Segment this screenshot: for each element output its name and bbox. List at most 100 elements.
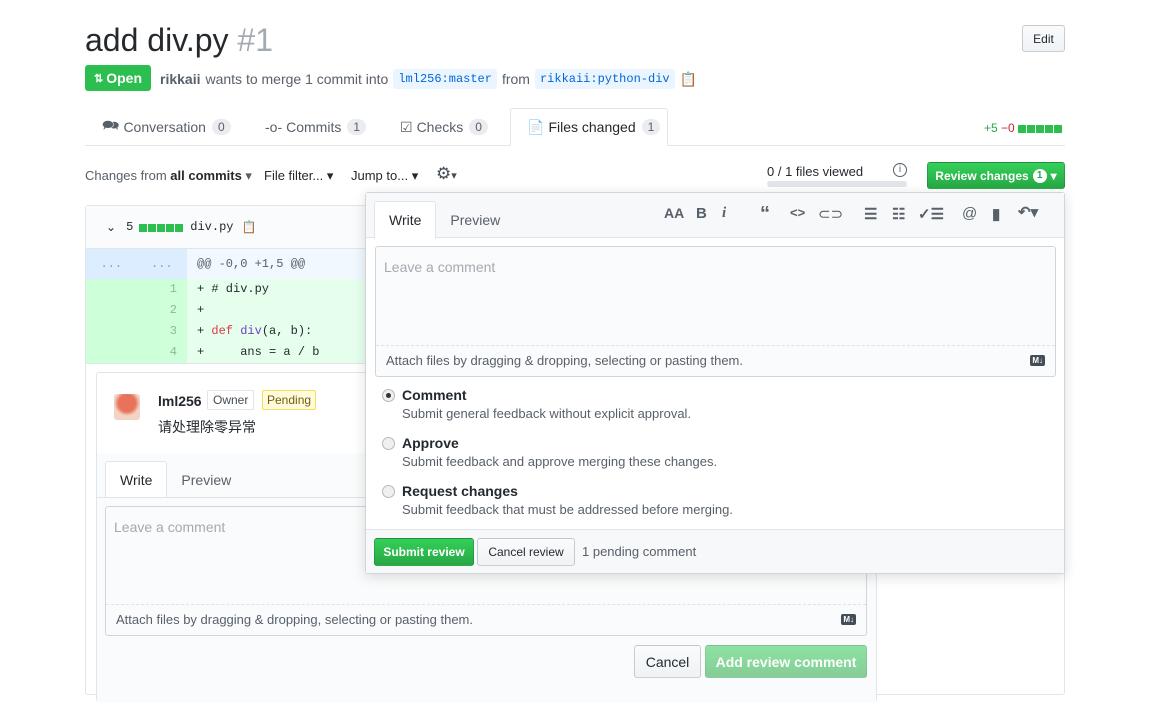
pr-number: #1 — [237, 22, 273, 58]
quote-icon[interactable]: “ — [760, 203, 770, 226]
tab-checks[interactable]: ☑ Checks 0 — [400, 108, 488, 146]
changes-from-dropdown[interactable]: Changes from all commits ▾ — [85, 168, 252, 184]
mention-icon[interactable]: @ — [962, 205, 977, 222]
code-token: + — [197, 324, 212, 338]
radio-comment[interactable] — [382, 389, 395, 402]
comment-author[interactable]: lml256 — [158, 393, 202, 409]
diffstat-block — [148, 223, 157, 232]
status-label: Open — [106, 70, 142, 86]
text-size-icon[interactable]: AA — [664, 205, 684, 221]
tab-conversation[interactable]: 🗪 Conversation 0 — [102, 108, 231, 146]
line-number[interactable]: 4 — [86, 342, 187, 363]
tab-commits[interactable]: -o- Commits 1 — [265, 108, 367, 146]
jump-to-dropdown[interactable]: Jump to... ▾ — [351, 168, 418, 184]
tab-preview[interactable]: Preview — [167, 461, 245, 498]
tab-count: 1 — [347, 119, 367, 135]
review-changes-button[interactable]: Review changes 1 ▾ — [927, 162, 1065, 189]
comment-discussion-icon: 🗪 — [102, 117, 120, 133]
submit-review-button[interactable]: Submit review — [374, 538, 474, 566]
tab-files-changed[interactable]: 📄 Files changed 1 — [510, 108, 668, 146]
pr-title: add div.py — [85, 22, 229, 58]
page-title: add div.py #1 — [85, 22, 273, 59]
tab-preview[interactable]: Preview — [436, 201, 514, 239]
git-commit-icon: -o- — [265, 119, 283, 135]
gear-icon[interactable]: ⚙▾ — [436, 164, 457, 184]
radio-description: Submit feedback that must be addressed b… — [402, 502, 733, 517]
code-token: div — [240, 324, 262, 338]
avatar[interactable] — [114, 394, 140, 420]
link-icon[interactable]: ⊂⊃ — [818, 205, 843, 223]
base-branch[interactable]: lml256:master — [393, 69, 497, 89]
chevron-down-icon[interactable]: ⌄ — [106, 220, 116, 234]
markdown-icon[interactable]: M↓ — [1030, 355, 1045, 366]
line-number[interactable]: 3 — [86, 321, 187, 342]
review-changes-label: Review changes — [935, 168, 1029, 183]
code-token: (a, b): — [261, 324, 313, 338]
info-icon[interactable]: i — [893, 163, 907, 177]
from-text: from — [501, 71, 530, 87]
bookmark-icon[interactable]: ▮ — [992, 205, 1000, 223]
comment-body: 请处理除零异常 — [158, 419, 256, 435]
unordered-list-icon[interactable]: ☰ — [864, 205, 877, 223]
task-list-icon[interactable]: ✓☰ — [918, 205, 944, 223]
radio-label[interactable]: Request changes — [402, 483, 518, 499]
tab-label: Checks — [416, 119, 464, 135]
tab-write[interactable]: Write — [105, 461, 168, 498]
pending-badge: Pending — [262, 390, 317, 410]
diffstat-block — [1018, 124, 1027, 133]
merge-text: wants to merge 1 commit into — [205, 71, 389, 87]
file-filter-label: File filter... — [264, 168, 324, 183]
git-pull-request-icon: ⇅ — [94, 72, 104, 85]
placeholder: Leave a comment — [114, 519, 226, 535]
code-icon[interactable]: <> — [790, 205, 805, 220]
tab-label: Files changed — [548, 119, 636, 135]
radio-description: Submit general feedback without explicit… — [402, 406, 692, 421]
reply-tabs: Write Preview — [105, 461, 245, 498]
diffstat-block — [139, 223, 148, 232]
additions: +5 — [984, 121, 998, 135]
author-link[interactable]: rikkaii — [160, 71, 200, 87]
diffstat-block — [157, 223, 166, 232]
edit-button[interactable]: Edit — [1022, 25, 1065, 52]
file-name[interactable]: div.py — [190, 220, 233, 234]
ordered-list-icon[interactable]: ☷ — [892, 205, 905, 223]
tab-count: 1 — [641, 119, 661, 135]
status-badge: ⇅ Open — [85, 65, 151, 91]
radio-label[interactable]: Approve — [402, 435, 459, 451]
attach-files-hint[interactable]: Attach files by dragging & dropping, sel… — [106, 604, 866, 635]
attach-files-hint[interactable]: Attach files by dragging & dropping, sel… — [376, 345, 1055, 376]
markdown-icon[interactable]: M↓ — [841, 614, 856, 625]
bold-icon[interactable]: B — [696, 205, 707, 222]
tab-count: 0 — [469, 119, 488, 135]
file-filter-dropdown[interactable]: File filter... ▾ — [264, 168, 333, 184]
changes-prefix: Changes from — [85, 168, 167, 183]
head-branch[interactable]: rikkaii:python-div — [534, 69, 675, 89]
radio-label[interactable]: Comment — [402, 387, 467, 403]
radio-request-changes[interactable] — [382, 485, 395, 498]
merge-summary: rikkaii wants to merge 1 commit into lml… — [160, 69, 697, 89]
checklist-icon: ☑ — [400, 118, 413, 135]
review-changes-popover: Write Preview AA B i “ <> ⊂⊃ ☰ ☷ ✓☰ @ ▮ … — [365, 192, 1065, 574]
cancel-review-button[interactable]: Cancel review — [477, 538, 575, 566]
tab-label: Conversation — [123, 119, 206, 135]
reply-icon[interactable]: ↶▾ — [1018, 203, 1038, 221]
cancel-button[interactable]: Cancel — [634, 645, 701, 678]
line-number[interactable]: 2 — [86, 300, 187, 321]
hunk-num: ... — [100, 257, 123, 271]
clipboard-icon[interactable]: 📋 — [241, 220, 256, 234]
deletions: −0 — [1001, 121, 1015, 135]
line-number[interactable]: 1 — [86, 279, 187, 300]
review-comment-input[interactable]: Leave a comment Attach files by dragging… — [375, 246, 1056, 377]
review-count-badge: 1 — [1032, 168, 1047, 183]
radio-approve[interactable] — [382, 437, 395, 450]
clipboard-icon[interactable]: 📋 — [680, 71, 697, 88]
add-review-comment-button[interactable]: Add review comment — [705, 645, 867, 678]
diffstat-bars — [1018, 121, 1063, 135]
hunk-line-nums[interactable]: ...... — [86, 249, 187, 279]
file-changes-count: 5 — [126, 220, 134, 234]
italic-icon[interactable]: i — [722, 205, 726, 222]
diffstat-block — [1045, 124, 1054, 133]
code-token: def — [211, 324, 234, 338]
files-viewed-progress — [767, 181, 907, 187]
tab-write[interactable]: Write — [374, 201, 437, 239]
